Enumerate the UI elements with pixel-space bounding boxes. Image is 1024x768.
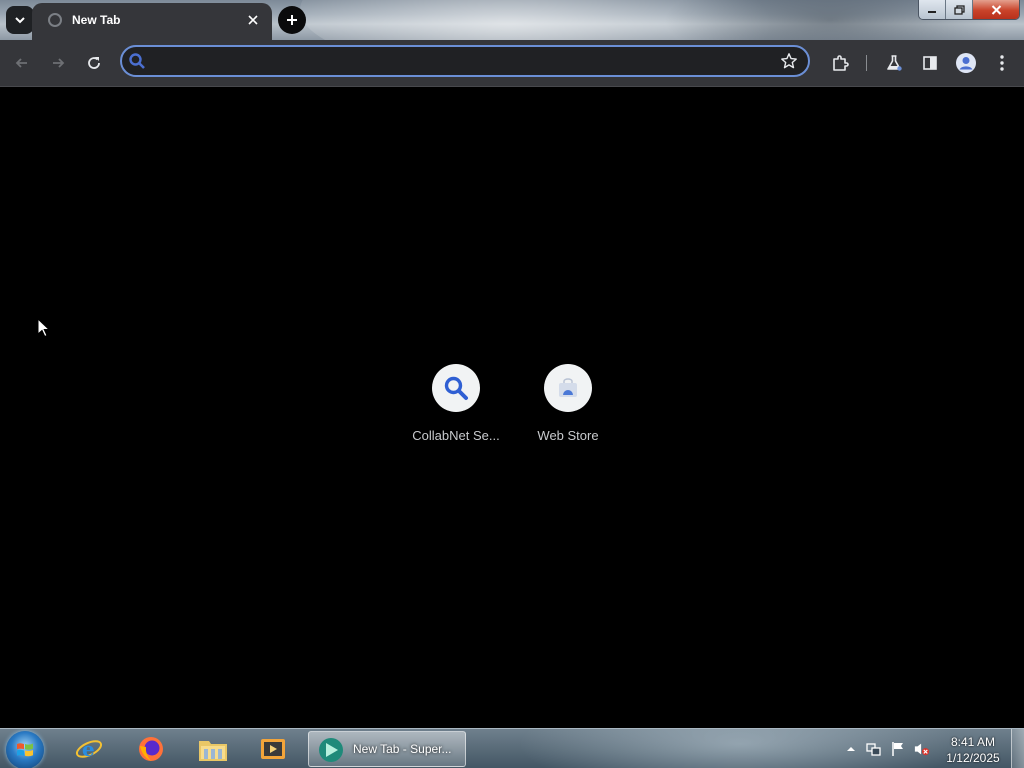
extensions-button[interactable]	[826, 49, 854, 77]
browser-toolbar	[0, 40, 1024, 87]
svg-text:e: e	[82, 737, 95, 761]
close-icon	[991, 4, 1001, 15]
flag-icon	[892, 742, 903, 756]
volume-tray-icon[interactable]	[914, 741, 930, 757]
mouse-cursor-icon	[37, 317, 51, 343]
window-controls	[918, 0, 1020, 20]
file-explorer-button[interactable]	[190, 731, 236, 767]
start-button[interactable]	[6, 731, 44, 768]
reload-button[interactable]	[80, 49, 108, 77]
windows-logo-icon	[17, 743, 33, 757]
close-icon	[248, 15, 258, 25]
restore-button[interactable]	[945, 0, 972, 19]
shortcut-label: CollabNet Se...	[412, 428, 500, 443]
taskbar-window-label: New Tab - Super...	[353, 742, 452, 756]
back-button[interactable]	[8, 49, 36, 77]
shortcut-collabnet[interactable]: CollabNet Se...	[400, 364, 512, 454]
search-icon	[128, 52, 146, 75]
chevron-down-icon	[15, 17, 25, 24]
search-icon	[444, 376, 468, 400]
taskbar-active-window[interactable]: New Tab - Super...	[308, 731, 466, 767]
web-store-icon	[559, 378, 577, 397]
taskbar-clock[interactable]: 8:41 AM 1/12/2025	[940, 734, 1006, 766]
flask-icon	[887, 55, 902, 71]
shortcut-label: Web Store	[537, 428, 599, 443]
menu-button[interactable]	[988, 49, 1016, 77]
labs-button[interactable]	[880, 49, 908, 77]
chevron-up-icon	[847, 747, 855, 751]
bookmark-star-icon[interactable]	[780, 52, 798, 75]
tab-new-tab[interactable]: New Tab	[32, 3, 272, 40]
show-desktop-button[interactable]	[1011, 729, 1024, 768]
firefox-button[interactable]	[128, 731, 174, 767]
profile-button[interactable]	[952, 49, 980, 77]
firefox-icon	[139, 737, 163, 761]
toolbar-divider	[866, 55, 867, 71]
internet-explorer-icon: e	[75, 737, 103, 761]
action-center-tray-icon[interactable]	[890, 741, 906, 757]
side-panel-button[interactable]	[916, 49, 944, 77]
close-window-button[interactable]	[972, 0, 1019, 19]
network-icon	[866, 743, 881, 756]
media-player-icon	[261, 739, 285, 759]
shortcut-web-store[interactable]: Web Store	[512, 364, 624, 454]
shortcut-tile	[432, 364, 480, 412]
internet-explorer-button[interactable]: e	[66, 731, 112, 767]
screen: New Tab CollabNet Se... Web Store e New …	[0, 0, 1024, 768]
supernova-app-icon	[317, 736, 345, 768]
clock-time: 8:41 AM	[950, 735, 996, 749]
title-bar: New Tab	[0, 0, 1024, 40]
tab-search-button[interactable]	[6, 6, 34, 34]
minimize-button[interactable]	[919, 0, 945, 19]
globe-icon	[48, 13, 62, 27]
puzzle-icon	[833, 55, 849, 71]
forward-button[interactable]	[44, 49, 72, 77]
tab-title: New Tab	[72, 13, 121, 27]
tab-close-button[interactable]	[244, 11, 262, 29]
show-hidden-icons-button[interactable]	[843, 741, 859, 757]
address-input[interactable]	[156, 51, 760, 73]
file-explorer-icon	[199, 741, 227, 761]
more-vert-icon	[1000, 55, 1004, 71]
side-panel-icon	[923, 56, 937, 70]
address-bar[interactable]	[120, 45, 810, 77]
avatar-icon	[956, 53, 976, 73]
clock-date: 1/12/2025	[946, 751, 1000, 765]
shortcut-tile	[544, 364, 592, 412]
minimize-icon	[928, 10, 936, 13]
reload-icon	[88, 57, 100, 69]
taskbar: e New Tab - Super... 8:41 AM 1/12/2025	[0, 728, 1024, 768]
media-player-button[interactable]	[250, 731, 296, 767]
new-tab-button[interactable]	[278, 6, 306, 34]
plus-icon	[287, 15, 297, 25]
arrow-left-icon	[15, 58, 27, 68]
new-tab-page: CollabNet Se... Web Store	[0, 87, 1024, 728]
network-tray-icon[interactable]	[866, 741, 882, 757]
volume-muted-icon	[914, 743, 930, 756]
arrow-right-icon	[53, 58, 65, 68]
restore-icon	[953, 4, 965, 15]
